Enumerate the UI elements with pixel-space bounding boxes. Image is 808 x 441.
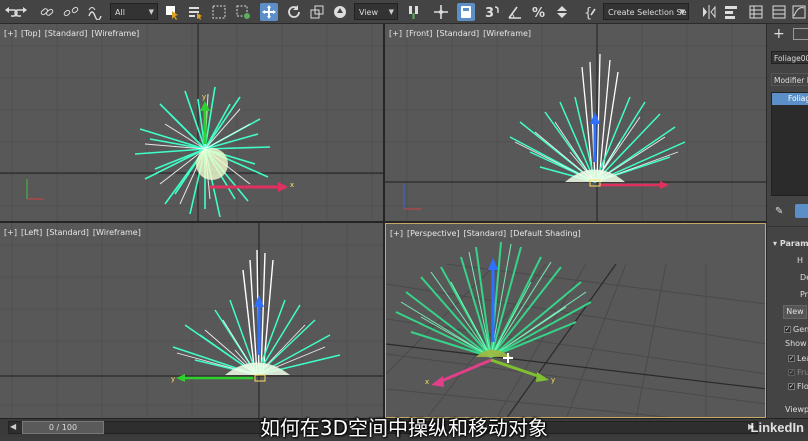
viewport-shading-mode[interactable]: [Wireframe] <box>93 228 141 237</box>
viewport-shading-standard[interactable]: [Standard] <box>45 29 88 38</box>
modifier-stack-item[interactable]: Foliage <box>772 93 808 105</box>
main-toolbar: All ▼ View ▼ 3 % {Create Selection Se ▼ <box>0 0 808 24</box>
viewport-label[interactable]: [+] [Top] [Standard] [Wireframe] <box>4 29 143 38</box>
rect-selection-region-icon[interactable] <box>210 3 228 21</box>
object-name-field[interactable]: Foliage001 <box>771 51 808 64</box>
density-label: De <box>800 273 808 282</box>
select-object-icon[interactable] <box>163 3 181 21</box>
select-manipulate-icon[interactable] <box>432 3 450 21</box>
fruit-label: Fru <box>797 368 808 377</box>
scene-explorer-icon[interactable] <box>747 3 765 21</box>
spinner-snap-icon[interactable] <box>553 3 571 21</box>
selection-filter-value: All <box>115 8 125 17</box>
show-label: Show <box>785 339 807 348</box>
viewport-front[interactable]: [+] [Front] [Standard] [Wireframe] <box>385 24 766 221</box>
fruit-checkbox[interactable]: ✓ <box>788 369 795 376</box>
viewport-point-of-view[interactable]: [Left] <box>21 228 42 237</box>
parameters-rollout-title[interactable]: ▾ Param <box>773 239 808 248</box>
edit-named-selection-icon[interactable]: { <box>581 3 599 21</box>
svg-text:y: y <box>551 376 555 384</box>
viewport-menu-plus[interactable]: [+] <box>4 29 17 38</box>
leaves-checkbox[interactable]: ✓ <box>788 355 795 362</box>
viewport-left[interactable]: [+] [Left] [Standard] [Wireframe] y <box>0 223 383 418</box>
select-and-rotate-icon[interactable] <box>285 3 303 21</box>
viewport-menu-plus[interactable]: [+] <box>389 29 402 38</box>
viewport-shading-standard[interactable]: [Standard] <box>436 29 479 38</box>
modifier-stack-list[interactable]: Foliage <box>771 92 808 196</box>
command-panel: + Foliage001 Modifier Li Foliage ✎ ▾ Par… <box>766 24 808 418</box>
foliage-top-view[interactable]: x y <box>120 69 310 221</box>
watermark-logo: LinkedIn <box>750 420 804 435</box>
viewport-top[interactable]: [+] [Top] [Standard] [Wireframe] x y <box>0 24 383 221</box>
svg-text:3: 3 <box>485 6 494 20</box>
named-selection-dropdown[interactable]: Create Selection Se ▼ <box>603 3 689 20</box>
viewport-shading-mode[interactable]: [Wireframe] <box>91 29 139 38</box>
reference-coordinate-value: View <box>359 8 378 17</box>
select-and-place-icon[interactable] <box>331 3 349 21</box>
modify-tab-icon[interactable] <box>793 28 808 40</box>
select-by-name-icon[interactable] <box>186 3 204 21</box>
svg-text:{: { <box>584 6 592 20</box>
axis-tripod-icon <box>403 184 421 210</box>
bind-spacewarp-icon[interactable] <box>86 3 104 21</box>
align-icon[interactable] <box>722 3 740 21</box>
viewport-area: [+] [Top] [Standard] [Wireframe] x y [+]… <box>0 24 766 418</box>
svg-text:x: x <box>425 378 429 386</box>
pruning-label: Pr <box>800 290 808 299</box>
height-label: H <box>797 256 804 265</box>
foliage-front-view[interactable] <box>500 42 700 192</box>
viewport-label[interactable]: [+] [Front] [Standard] [Wireframe] <box>389 29 535 38</box>
curve-editor-icon[interactable] <box>790 3 808 21</box>
rollout-toggle-icon: ▾ <box>773 239 780 248</box>
viewport-menu-plus[interactable]: [+] <box>4 228 17 237</box>
create-tab-plus-icon[interactable]: + <box>773 26 785 42</box>
generate-mapping-label: Gene <box>793 325 808 334</box>
link-icon[interactable] <box>38 3 56 21</box>
angle-snap-icon[interactable] <box>506 3 524 21</box>
pin-stack-icon[interactable]: ✎ <box>775 206 783 217</box>
viewport-label[interactable]: [+] [Left] [Standard] [Wireframe] <box>4 228 145 237</box>
show-end-result-icon[interactable] <box>795 204 808 218</box>
select-and-move-icon[interactable] <box>260 3 278 21</box>
svg-text:%: % <box>532 6 545 20</box>
viewport-shading-standard[interactable]: [Standard] <box>46 228 89 237</box>
axis-tripod-icon <box>26 179 44 200</box>
foliage-left-view[interactable]: y <box>165 235 365 385</box>
layer-explorer-icon[interactable] <box>770 3 788 21</box>
snaps-toggle-icon[interactable]: 3 <box>483 3 501 21</box>
chevron-down-icon: ▼ <box>388 8 394 16</box>
keyboard-shortcut-override-icon[interactable] <box>457 3 475 21</box>
svg-text:y: y <box>171 375 175 383</box>
reference-coordinate-dropdown[interactable]: View ▼ <box>354 3 398 20</box>
divider <box>767 226 808 227</box>
viewport-point-of-view[interactable]: [Front] <box>406 29 432 38</box>
viewport-perspective[interactable]: [+] [Perspective] [Standard] [Default Shadi… <box>385 223 766 418</box>
percent-snap-icon[interactable]: % <box>530 3 548 21</box>
pivot-center-icon[interactable] <box>405 3 423 21</box>
flowers-checkbox[interactable]: ✓ <box>788 383 795 390</box>
chevron-down-icon: ▼ <box>148 8 154 16</box>
selection-filter-dropdown[interactable]: All ▼ <box>110 3 158 20</box>
named-selection-value: Create Selection Se <box>608 8 687 17</box>
generate-mapping-checkbox[interactable]: ✓ <box>784 326 791 333</box>
svg-text:y: y <box>202 93 206 101</box>
rollout-title-text: Param <box>779 239 808 248</box>
foliage-perspective-view[interactable]: x y <box>391 232 601 412</box>
modifier-list-dropdown[interactable]: Modifier Li <box>771 73 808 86</box>
svg-text:x: x <box>290 181 294 189</box>
mirror-icon[interactable] <box>700 3 718 21</box>
window-crossing-icon[interactable] <box>234 3 252 21</box>
viewport-shading-mode[interactable]: [Wireframe] <box>483 29 531 38</box>
viewport-point-of-view[interactable]: [Top] <box>21 29 41 38</box>
leaves-label: Lea <box>797 354 808 363</box>
flowers-label: Flo <box>797 382 808 391</box>
redo-icon[interactable] <box>12 3 30 21</box>
unlink-icon[interactable] <box>62 3 80 21</box>
new-seed-button[interactable]: New <box>783 305 807 319</box>
chevron-down-icon: ▼ <box>679 8 685 16</box>
select-and-scale-icon[interactable] <box>308 3 326 21</box>
